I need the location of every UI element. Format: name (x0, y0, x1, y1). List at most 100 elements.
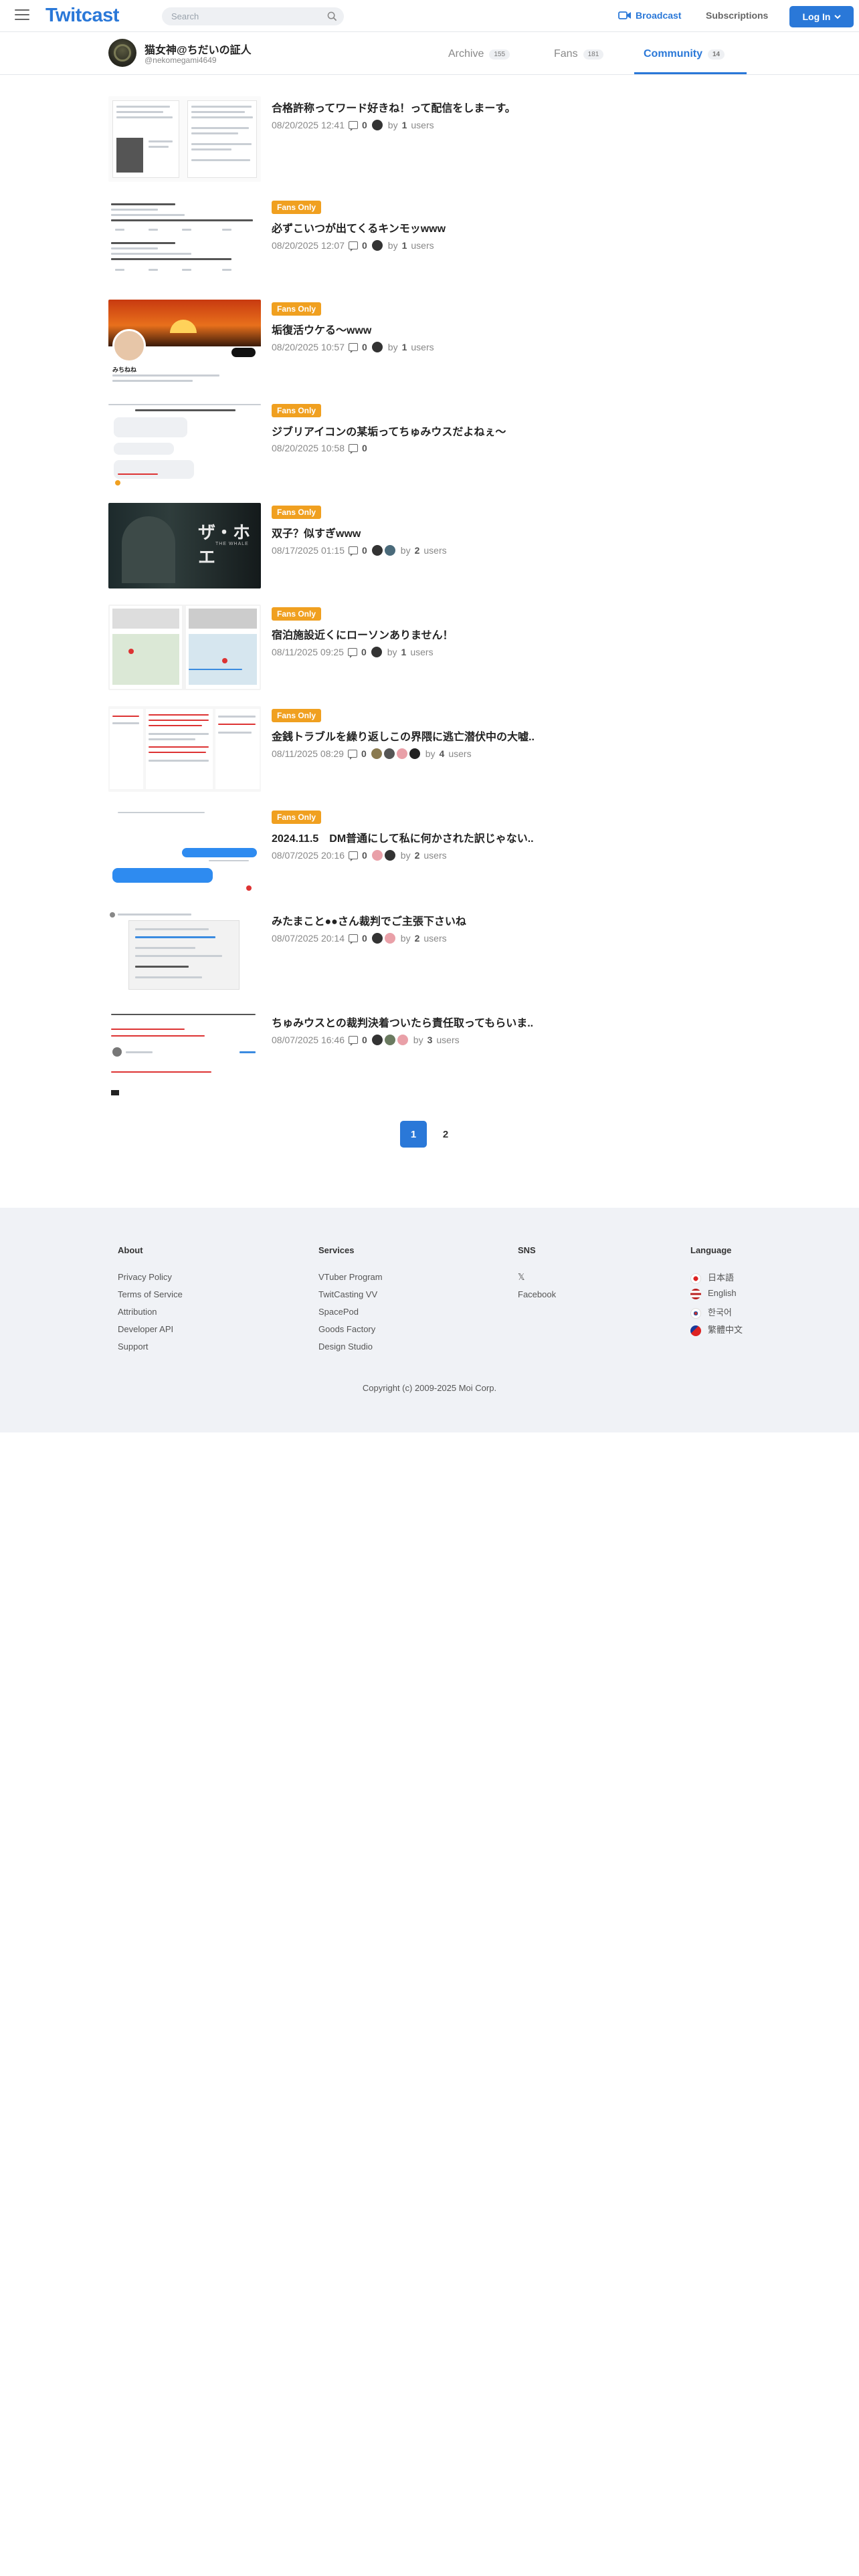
comment-icon (349, 241, 358, 251)
broadcast-button[interactable]: Broadcast (618, 10, 681, 21)
fans-only-badge: Fans Only (272, 607, 322, 621)
top-nav: Twitcast Search Broadcast Subscriptions … (0, 0, 859, 32)
post-thumbnail[interactable] (108, 909, 261, 995)
post-title[interactable]: 2024.11.5 DM普通にして私に何かされた訳じゃない.. (272, 829, 534, 845)
tab-label: Community (644, 48, 702, 60)
post-title[interactable]: 金銭トラブルを繰り返しこの界隈に逃亡潜伏中の大嘘.. (272, 728, 535, 744)
flag-icon (690, 1325, 701, 1336)
post-thumbnail[interactable] (108, 198, 261, 284)
post-title[interactable]: 垢復活ウケる〜www (272, 321, 371, 337)
footer-link[interactable]: Goods Factory (318, 1324, 375, 1334)
users-label: users (423, 545, 447, 556)
comment-count: 0 (361, 748, 367, 759)
list-item[interactable]: みたまこと●●さん裁判でご主張下さいね 08/07/2025 20:14 0 b… (108, 909, 751, 996)
post-title[interactable]: 双子？似すぎwww (272, 524, 361, 540)
comment-count: 0 (362, 240, 367, 251)
users-label: users (448, 748, 472, 759)
active-tab-indicator (634, 72, 747, 74)
list-item[interactable]: Fans Only 必ずこいつが出てくるキンモッwww 08/20/2025 1… (108, 198, 751, 285)
profile-bar: 猫女神@ちだいの証人 @nekomegami4649 Archive 155 F… (0, 32, 859, 75)
list-item[interactable]: 合格許称ってワード好きね！って配信をしまーす。 08/20/2025 12:41… (108, 96, 751, 183)
post-meta: 08/07/2025 20:16 0 by 2 users (272, 849, 447, 861)
language-option[interactable]: 繁體中文 (690, 1323, 743, 1336)
post-thumbnail[interactable] (108, 808, 261, 893)
footer-link-facebook[interactable]: Facebook (518, 1289, 556, 1299)
menu-icon[interactable] (15, 9, 29, 21)
login-button[interactable]: Log In (789, 6, 854, 27)
post-thumbnail[interactable] (108, 605, 261, 690)
user-avatar-icon (408, 748, 421, 760)
post-date: 08/11/2025 08:29 (272, 748, 344, 759)
list-item[interactable]: ちゅみウスとの裁判決着ついたら責任取ってもらいま.. 08/07/2025 16… (108, 1011, 751, 1098)
post-date: 08/20/2025 10:58 (272, 443, 345, 453)
profile-name[interactable]: 猫女神@ちだいの証人 (145, 41, 252, 57)
language-label: English (708, 1288, 737, 1298)
login-label: Log In (802, 11, 831, 22)
post-thumbnail[interactable]: みちねね (108, 300, 261, 385)
comment-icon (349, 444, 358, 454)
footer-link[interactable]: TwitCasting VV (318, 1289, 377, 1299)
search-input[interactable]: Search (162, 7, 344, 25)
comment-count: 0 (362, 545, 367, 556)
post-title[interactable]: ジブリアイコンの某垢ってちゅみウスだよねぇ〜 (272, 423, 506, 439)
list-item[interactable]: Fans Only ジブリアイコンの某垢ってちゅみウスだよねぇ〜 08/20/2… (108, 401, 751, 488)
language-label: 日本語 (708, 1273, 735, 1283)
tab-archive[interactable]: Archive 155 (448, 48, 510, 60)
list-item[interactable]: Fans Only 宿泊施設近くにローソンありません！ 08/11/2025 0… (108, 605, 751, 691)
user-count: 2 (414, 545, 420, 556)
post-thumbnail[interactable] (108, 401, 261, 487)
footer-link[interactable]: Support (118, 1341, 149, 1352)
post-thumbnail[interactable]: ザ・ホエ THE WHALE (108, 503, 261, 588)
footer-link[interactable]: Privacy Policy (118, 1272, 172, 1282)
language-option[interactable]: 한국어 (690, 1305, 732, 1319)
search-icon[interactable] (327, 11, 337, 21)
page-1-button[interactable]: 1 (400, 1121, 427, 1148)
post-thumbnail[interactable] (108, 1011, 261, 1097)
fans-only-badge: Fans Only (272, 302, 322, 316)
list-item[interactable]: ザ・ホエ THE WHALE Fans Only 双子？似すぎwww 08/17… (108, 503, 751, 590)
post-title[interactable]: 宿泊施設近くにローソンありません！ (272, 626, 454, 642)
user-count: 3 (427, 1035, 433, 1045)
post-thumbnail[interactable] (108, 706, 261, 792)
site-logo[interactable]: Twitcast (45, 5, 119, 27)
post-title[interactable]: 必ずこいつが出てくるキンモッwww (272, 219, 446, 235)
users-label: users (411, 240, 434, 251)
post-meta: 08/20/2025 12:41 0 by 1 users (272, 119, 434, 131)
list-item[interactable]: Fans Only 2024.11.5 DM普通にして私に何かされた訳じゃない.… (108, 808, 751, 895)
users-label: users (423, 850, 447, 861)
post-title[interactable]: 合格許称ってワード好きね！って配信をしまーす。 (272, 99, 516, 115)
footer-link[interactable]: Developer API (118, 1324, 173, 1334)
list-item[interactable]: Fans Only 金銭トラブルを繰り返しこの界隈に逃亡潜伏中の大嘘.. 08/… (108, 706, 751, 793)
page-2-button[interactable]: 2 (432, 1121, 459, 1148)
post-title[interactable]: みたまこと●●さん裁判でご主張下さいね (272, 912, 466, 928)
language-label: 繁體中文 (708, 1325, 743, 1335)
fans-only-badge: Fans Only (272, 201, 322, 214)
post-thumbnail[interactable] (108, 96, 261, 182)
language-label: 한국어 (708, 1307, 732, 1317)
footer-link[interactable]: VTuber Program (318, 1272, 383, 1282)
comment-icon (349, 934, 358, 944)
comment-count: 0 (362, 342, 367, 352)
user-avatar-icon (371, 341, 383, 353)
user-avatar-icon (396, 1034, 409, 1046)
language-option[interactable]: 日本語 (690, 1271, 734, 1284)
footer-link[interactable]: Terms of Service (118, 1289, 183, 1299)
avatar[interactable] (108, 39, 136, 67)
subscriptions-link[interactable]: Subscriptions (706, 10, 768, 21)
footer-link[interactable]: Design Studio (318, 1341, 373, 1352)
post-meta: 08/11/2025 09:25 0 by 1 users (272, 646, 434, 658)
post-title[interactable]: ちゅみウスとの裁判決着ついたら責任取ってもらいま.. (272, 1014, 533, 1030)
user-count: 1 (401, 342, 407, 352)
user-avatar-icon (383, 1034, 396, 1046)
list-item[interactable]: みちねね Fans Only 垢復活ウケる〜www 08/20/2025 10:… (108, 300, 751, 387)
language-option[interactable]: English (690, 1288, 737, 1299)
post-date: 08/11/2025 09:25 (272, 647, 344, 657)
tab-community[interactable]: Community 14 (644, 48, 725, 60)
tab-fans[interactable]: Fans 181 (554, 48, 604, 60)
footer-link-x[interactable]: 𝕏 (518, 1272, 524, 1283)
footer-link[interactable]: SpacePod (318, 1307, 359, 1317)
footer-link[interactable]: Attribution (118, 1307, 157, 1317)
count-badge: 181 (583, 49, 604, 60)
user-avatar-icon (371, 1034, 383, 1046)
fans-only-badge: Fans Only (272, 811, 322, 824)
